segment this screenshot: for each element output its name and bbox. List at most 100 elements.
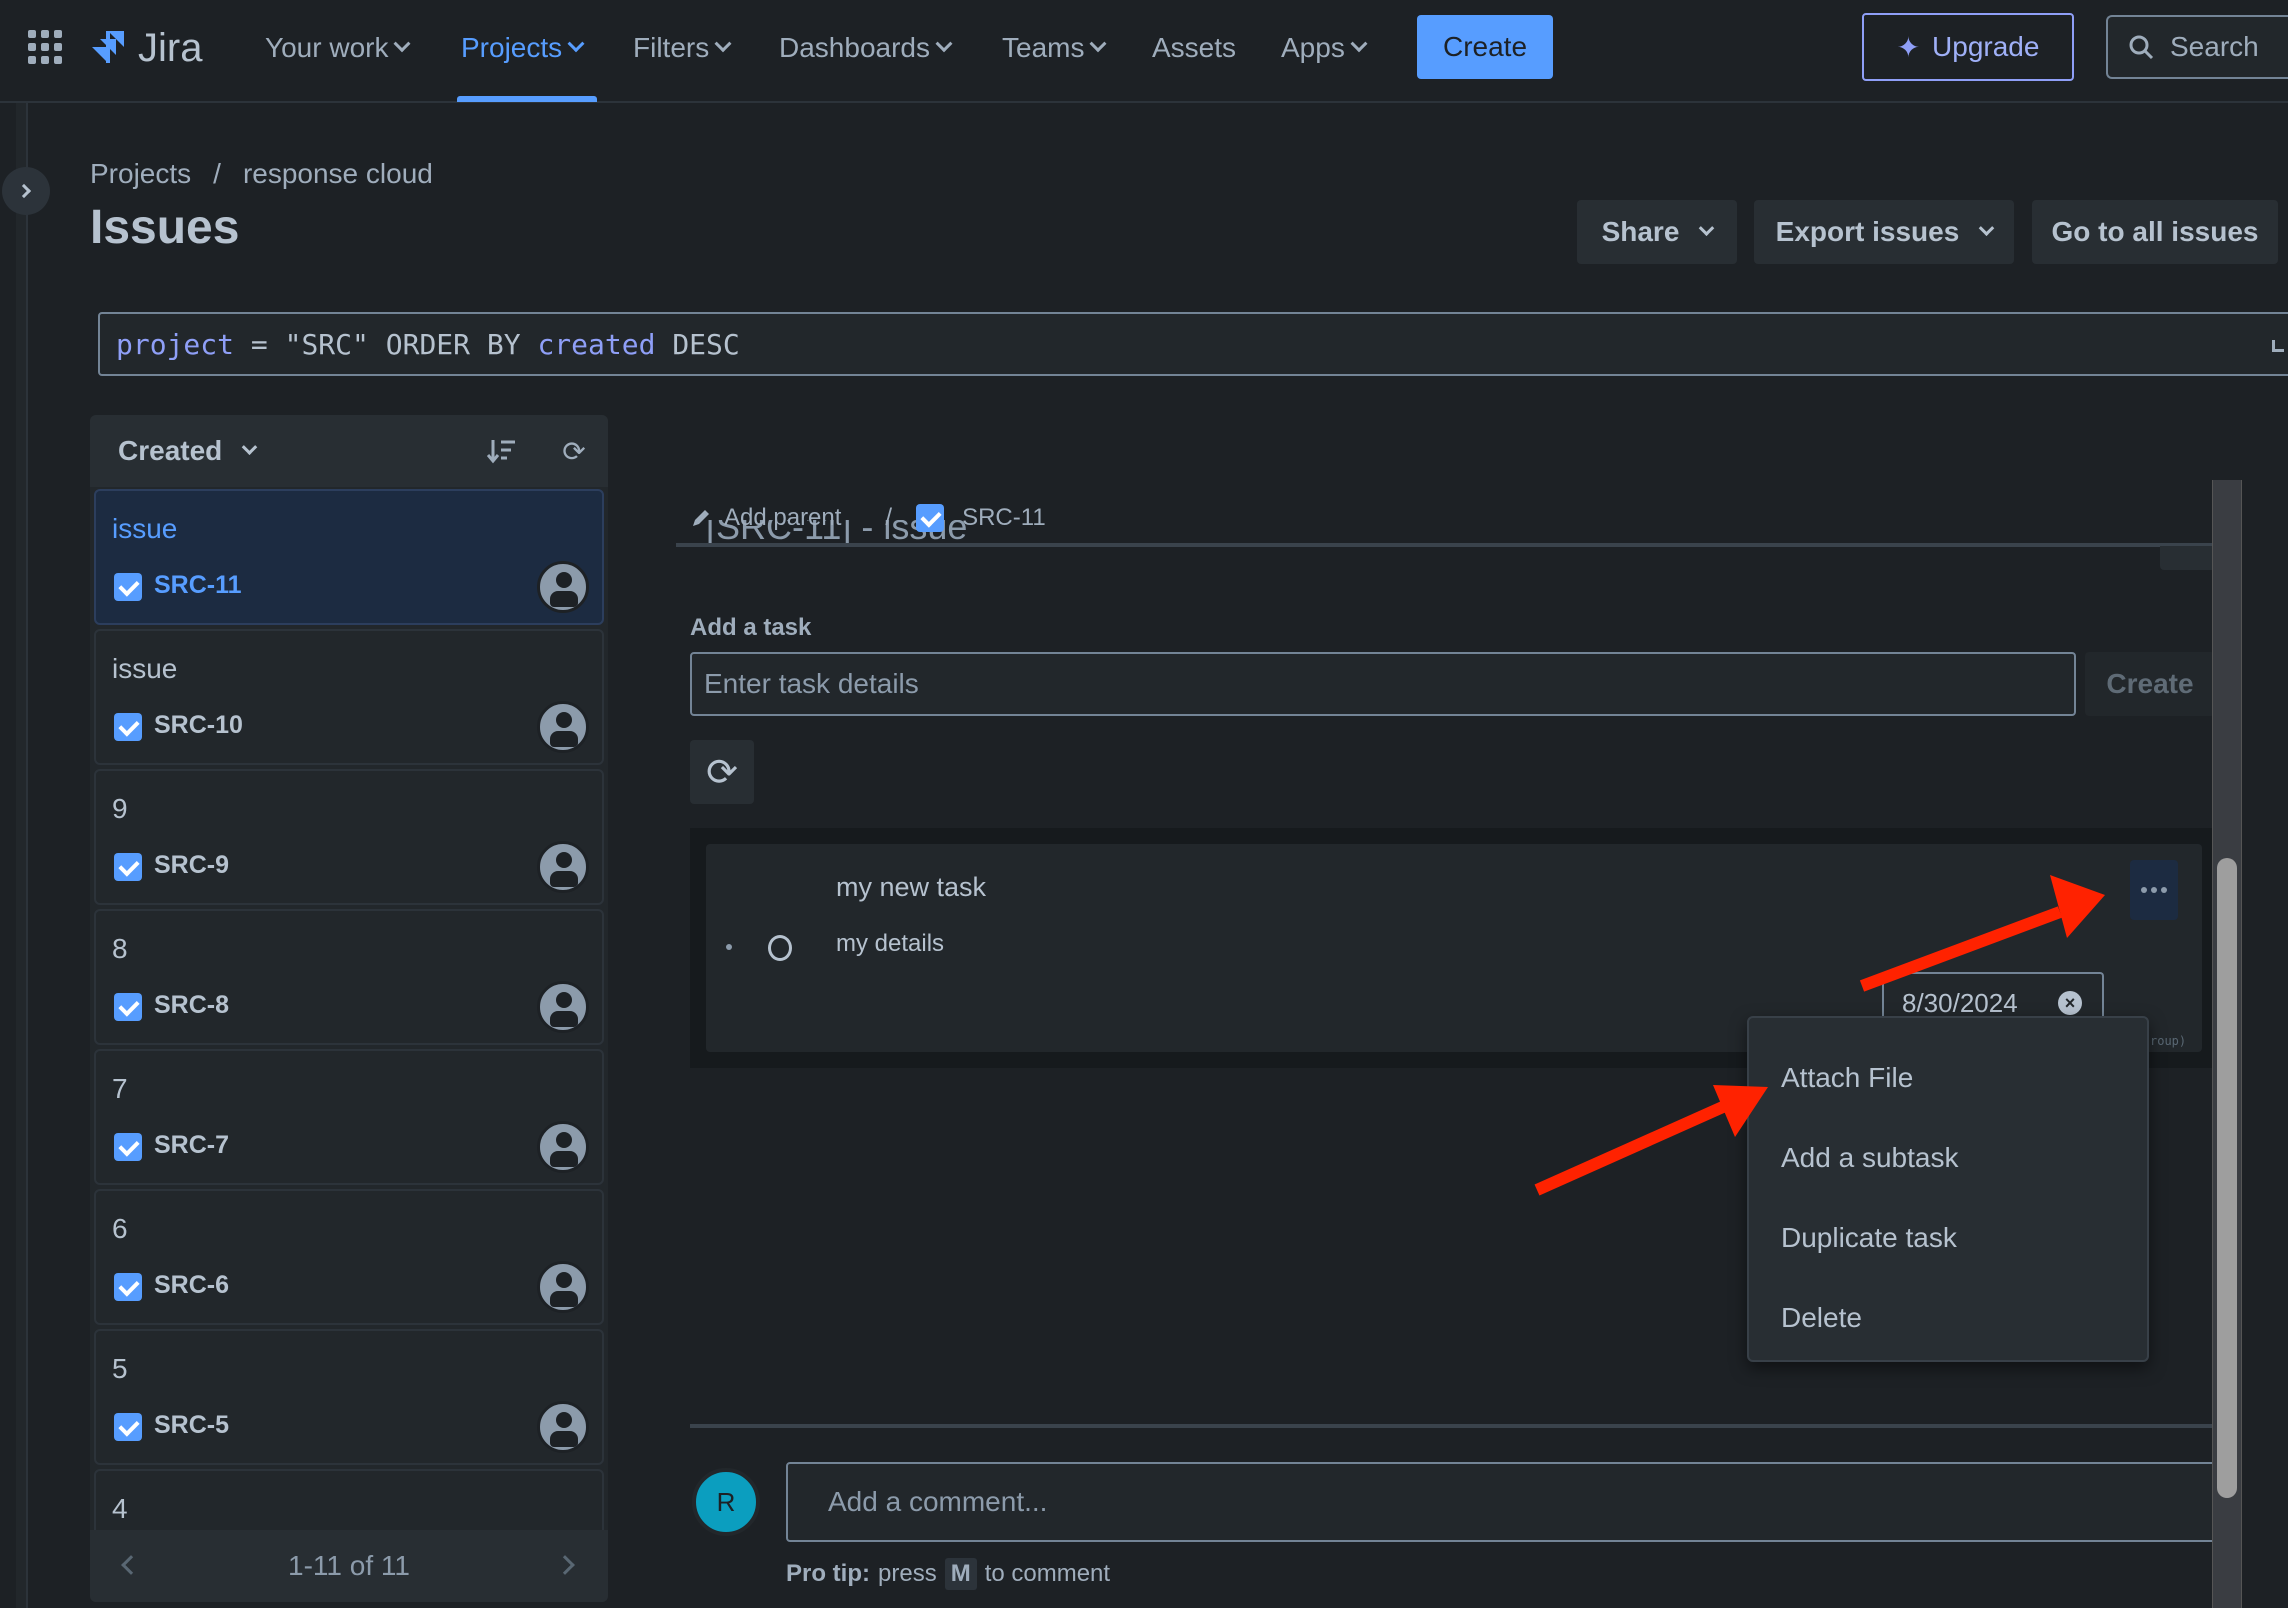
search-input[interactable]: Search xyxy=(2106,15,2288,79)
upgrade-button[interactable]: ✦ Upgrade xyxy=(1862,13,2074,81)
task-title[interactable]: my new task xyxy=(836,872,986,903)
app-name: Jira xyxy=(138,26,203,70)
issue-summary: 9 xyxy=(112,793,128,824)
nav-apps[interactable]: Apps xyxy=(1281,26,1368,70)
task-type-icon xyxy=(114,573,142,601)
chevron-down-icon xyxy=(1699,219,1715,236)
pagination-label: 1-11 of 11 xyxy=(288,1550,410,1581)
menu-item-duplicate-task[interactable]: Duplicate task xyxy=(1749,1198,2147,1278)
expand-sidebar-button[interactable] xyxy=(2,167,50,215)
issue-summary: 7 xyxy=(112,1073,128,1104)
chevron-down-icon xyxy=(567,35,585,53)
due-date-value: 8/30/2024 xyxy=(1902,987,2018,1018)
jql-token: = "SRC" ORDER BY xyxy=(234,327,538,361)
go-to-all-issues-button[interactable]: Go to all issues xyxy=(2032,200,2278,264)
next-page-icon[interactable] xyxy=(555,1555,575,1575)
nav-label: Your work xyxy=(265,32,389,63)
refresh-tasks-button[interactable]: ⟳ xyxy=(690,740,754,804)
chevron-down-icon xyxy=(1350,35,1368,53)
issue-summary: issue xyxy=(112,513,178,544)
user-avatar: R xyxy=(692,1468,760,1536)
chevron-down-icon xyxy=(714,35,732,53)
nav-label: Dashboards xyxy=(779,32,930,63)
issue-list-item[interactable]: 6 SRC-6 xyxy=(94,1189,604,1325)
sort-field-dropdown[interactable]: Created xyxy=(118,435,258,467)
breadcrumb-project[interactable]: response cloud xyxy=(243,158,433,190)
jira-logo[interactable]: Jira xyxy=(88,26,202,71)
issue-items: issue SRC-11 issue SRC-10 9 SRC-9 8 SRC-8 7 SRC-7… xyxy=(94,489,604,1602)
share-button[interactable]: Share xyxy=(1577,200,1737,264)
task-type-icon xyxy=(114,1273,142,1301)
pagination: 1-11 of 11 xyxy=(90,1530,608,1602)
nav-label: Projects xyxy=(461,32,563,63)
menu-item-delete[interactable]: Delete xyxy=(1749,1278,2147,1358)
breadcrumb-separator: / xyxy=(213,158,221,189)
issue-list-item[interactable]: 8 SRC-8 xyxy=(94,909,604,1045)
jql-query-input[interactable]: project = "SRC" ORDER BY created DESC xyxy=(98,312,2288,376)
drag-handle-icon[interactable] xyxy=(726,944,732,950)
issue-key: SRC-10 xyxy=(154,711,243,739)
task-details[interactable]: my details xyxy=(836,930,944,958)
chevron-right-icon xyxy=(16,183,32,199)
nav-projects[interactable]: Projects xyxy=(461,26,585,70)
menu-item-attach-file[interactable]: Attach File xyxy=(1749,1038,2147,1118)
app-switcher-icon[interactable] xyxy=(28,30,62,64)
create-task-button[interactable]: Create xyxy=(2085,652,2215,716)
issue-key: SRC-11 xyxy=(154,571,242,599)
assignee-avatar-icon xyxy=(537,1121,589,1173)
search-placeholder: Search xyxy=(2170,31,2259,62)
nav-label: Assets xyxy=(1152,32,1237,63)
nav-your-work[interactable]: Your work xyxy=(265,26,411,70)
collapse-icon[interactable] xyxy=(2272,340,2284,352)
sort-label: Created xyxy=(118,435,223,466)
issue-summary: issue xyxy=(112,653,178,684)
detail-scrollbar[interactable] xyxy=(2212,480,2242,1608)
issue-summary: 6 xyxy=(112,1213,128,1244)
pencil-icon xyxy=(693,510,709,526)
create-button[interactable]: Create xyxy=(1417,15,1553,79)
nav-dashboards[interactable]: Dashboards xyxy=(779,26,953,70)
task-details-input[interactable]: Enter task details xyxy=(690,652,2076,716)
clear-date-icon[interactable]: × xyxy=(2058,991,2082,1015)
task-more-actions-button[interactable] xyxy=(2130,860,2178,920)
task-type-icon xyxy=(114,853,142,881)
scrollbar-thumb[interactable] xyxy=(2217,858,2237,1498)
sparkle-icon: ✦ xyxy=(1896,31,1921,63)
add-parent-button[interactable]: Add parent xyxy=(690,504,841,532)
menu-item-add-subtask[interactable]: Add a subtask xyxy=(1749,1118,2147,1198)
assignee-avatar-icon xyxy=(537,561,589,613)
more-icon xyxy=(2141,887,2147,893)
export-issues-button[interactable]: Export issues xyxy=(1754,200,2014,264)
issue-list-item[interactable]: 5 SRC-5 xyxy=(94,1329,604,1465)
nav-teams[interactable]: Teams xyxy=(1002,26,1107,70)
nav-filters[interactable]: Filters xyxy=(633,26,732,70)
refresh-icon[interactable]: ⟳ xyxy=(558,435,590,467)
issue-summary: 8 xyxy=(112,933,128,964)
assignee-avatar-icon xyxy=(537,1401,589,1453)
breadcrumb-projects[interactable]: Projects xyxy=(90,158,191,190)
share-label: Share xyxy=(1601,216,1680,247)
nav-label: Filters xyxy=(633,32,710,63)
header-action-button[interactable] xyxy=(2160,546,2220,570)
breadcrumb-separator: / xyxy=(885,504,893,531)
assignee-avatar-icon xyxy=(537,841,589,893)
issue-summary: 5 xyxy=(112,1353,128,1384)
more-icon-dot xyxy=(2161,887,2167,893)
nav-assets[interactable]: Assets xyxy=(1152,26,1236,70)
chevron-down-icon xyxy=(1979,219,1995,236)
issue-list-item[interactable]: issue SRC-10 xyxy=(94,629,604,765)
issue-key-link[interactable]: SRC-11 xyxy=(916,504,1046,532)
chevron-down-icon xyxy=(393,35,411,53)
jira-logo-icon xyxy=(92,30,124,63)
pro-tip-text: to comment xyxy=(984,1560,1111,1587)
task-input-placeholder: Enter task details xyxy=(704,668,919,699)
issue-list-item[interactable]: 9 SRC-9 xyxy=(94,769,604,905)
issue-list-item[interactable]: 7 SRC-7 xyxy=(94,1049,604,1185)
issue-list-item[interactable]: issue SRC-11 xyxy=(94,489,604,625)
export-label: Export issues xyxy=(1775,216,1960,247)
task-complete-checkbox[interactable] xyxy=(768,935,792,961)
prev-page-icon[interactable] xyxy=(121,1555,141,1575)
comment-input[interactable]: Add a comment... xyxy=(786,1462,2218,1542)
sticky-header-divider xyxy=(676,543,2220,547)
sort-order-icon[interactable] xyxy=(486,435,518,467)
